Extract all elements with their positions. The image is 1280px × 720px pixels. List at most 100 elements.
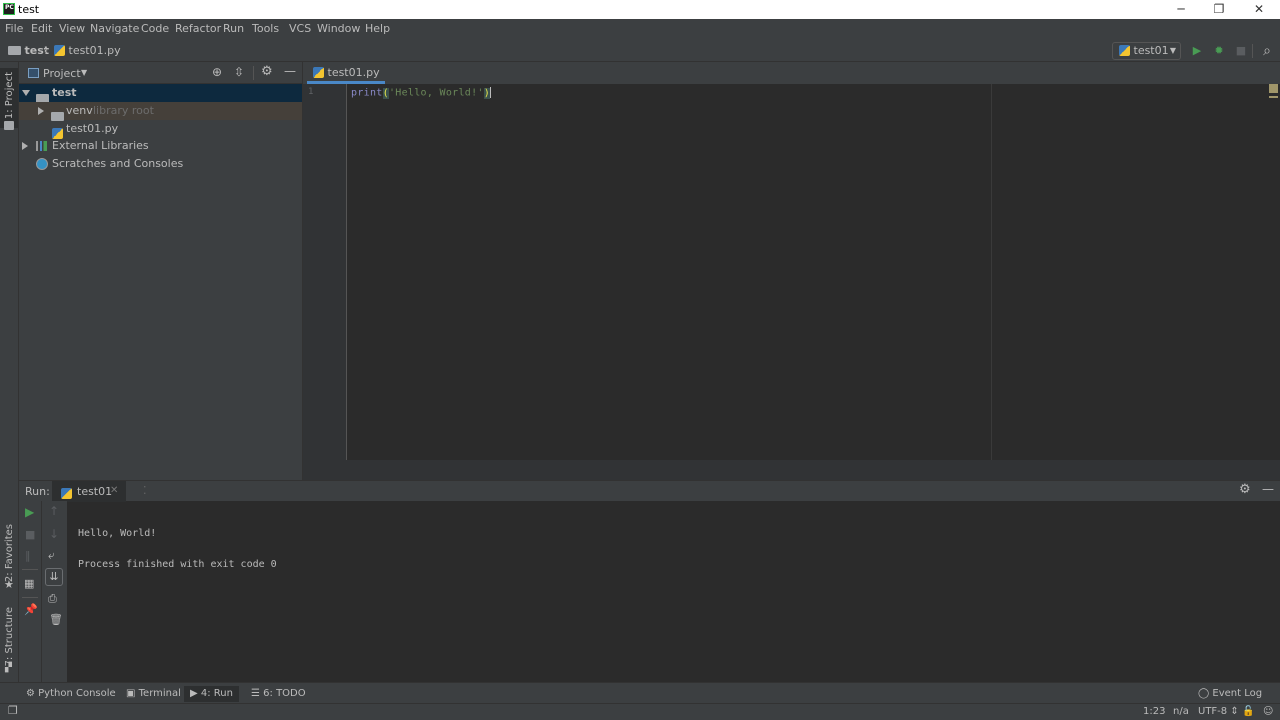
restore-layout-icon[interactable]: ▦ (24, 577, 34, 590)
line-number: 1 (308, 87, 314, 97)
project-view-selector[interactable]: Project (43, 67, 81, 80)
project-tool-tab[interactable]: 1: Project (0, 68, 18, 130)
run-panel-header: Run: test01 ✕ ⁚ ⚙ — (19, 480, 1280, 502)
left-tool-strip: 1: Project 2: Favorites ★ 7: Structure ▞ (0, 62, 19, 682)
breadcrumb-project[interactable]: test (8, 44, 49, 57)
editor-tab-test01-py[interactable]: test01.py ✕ (307, 62, 385, 101)
collapse-arrow-icon[interactable] (38, 107, 44, 115)
debug-icon[interactable]: ✹ (1211, 43, 1227, 59)
inspector-icon[interactable]: ☺ (1263, 706, 1273, 717)
close-button[interactable]: ✕ (1240, 0, 1278, 19)
run-tab-test01[interactable]: test01 ✕ (52, 481, 126, 502)
toolbar-divider (22, 569, 38, 570)
tab-event-log[interactable]: ◯ Event Log (1192, 686, 1268, 702)
scroll-to-end-icon[interactable]: ⇊ (45, 568, 63, 586)
editor-area: test01.py ✕ 1 print('Hello, World!') (302, 62, 1280, 480)
list-icon: ☰ (251, 688, 260, 699)
menu-tools[interactable]: Tools (252, 22, 279, 35)
gear-icon[interactable]: ⚙ (261, 64, 273, 79)
trash-icon[interactable]: 🗑 (49, 613, 63, 626)
tree-item-test[interactable]: test (19, 84, 302, 103)
file-encoding[interactable]: UTF-8 ⇕ (1198, 706, 1239, 717)
run-icon: ▶ (190, 688, 198, 699)
python-console-icon: ⚙ (26, 688, 35, 699)
minimize-button[interactable]: ─ (1162, 0, 1200, 19)
soft-wrap-icon[interactable]: ⤶ (48, 548, 55, 563)
tree-item-test01-py[interactable]: test01.py (19, 120, 302, 139)
menu-edit[interactable]: Edit (31, 22, 52, 35)
collapse-all-icon[interactable]: ⇳ (234, 65, 244, 79)
code-line[interactable]: print('Hello, World!') (351, 87, 492, 99)
line-separator[interactable]: n/a (1173, 706, 1189, 717)
bottom-tool-bar: ⚙ Python Console ▣ Terminal ▶ 4: Run ☰ 6… (0, 682, 1280, 703)
tab-todo[interactable]: ☰ 6: TODO (245, 686, 312, 702)
locate-icon[interactable]: ⊕ (212, 65, 222, 79)
python-file-icon (54, 44, 65, 56)
scratches-icon (36, 158, 48, 170)
project-panel-header: Project ▼ ⊕ ⇳ ⚙ — (19, 62, 302, 84)
libraries-icon (36, 141, 47, 151)
editor-tab-bar: test01.py ✕ (303, 62, 1280, 101)
terminal-icon: ▣ (126, 688, 136, 699)
menu-vcs[interactable]: VCS (289, 22, 311, 35)
star-icon: ★ (4, 578, 14, 591)
text-cursor (490, 87, 492, 98)
error-stripe-mark[interactable] (1269, 96, 1278, 98)
pin-icon[interactable]: 📌 (24, 603, 38, 616)
console-line: Hello, World! (78, 528, 157, 539)
status-bar: ❐ 1:23 n/a UTF-8 ⇕ 🔓 ☺ (0, 703, 1280, 720)
toggle-tool-windows-icon[interactable]: ❐ (8, 704, 18, 717)
print-icon[interactable]: ⎙ (48, 592, 57, 606)
tab-splitter[interactable]: ⁚ (143, 484, 147, 497)
tree-item-venv[interactable]: venv library root (19, 102, 302, 121)
favorites-tool-tab[interactable]: 2: Favorites ★ (0, 524, 18, 594)
inspection-status-icon[interactable] (1269, 84, 1278, 93)
editor-bottom-area (303, 460, 1280, 480)
menu-run[interactable]: Run (223, 22, 244, 35)
menu-navigate[interactable]: Navigate (90, 22, 139, 35)
run-toolbar-primary: ▶ ■ ‖ ▦ 📌 (19, 501, 42, 682)
rerun-icon[interactable]: ▶ (25, 505, 34, 519)
run-icon[interactable]: ▶ (1189, 43, 1205, 59)
structure-tool-tab[interactable]: 7: Structure ▞ (0, 607, 18, 677)
window-titlebar: PC test ─ ❐ ✕ (0, 0, 1280, 19)
hide-panel-icon[interactable]: — (284, 64, 296, 78)
menu-bar: File Edit View Navigate Code Refactor Ru… (0, 19, 1280, 40)
console-output[interactable]: Hello, World! Process finished with exit… (78, 518, 277, 580)
header-divider (253, 66, 254, 80)
app-logo-icon: PC (3, 3, 15, 15)
close-tab-icon[interactable]: ✕ (110, 485, 118, 496)
menu-window[interactable]: Window (317, 22, 360, 35)
project-view-icon (28, 68, 39, 78)
chevron-down-icon[interactable]: ▼ (81, 68, 87, 77)
gear-icon[interactable]: ⚙ (1239, 482, 1251, 497)
tree-item-external-libraries[interactable]: External Libraries (19, 137, 302, 155)
menu-code[interactable]: Code (141, 22, 169, 35)
tab-python-console[interactable]: ⚙ Python Console (20, 686, 122, 702)
up-arrow-icon[interactable]: ↑ (49, 504, 59, 518)
menu-refactor[interactable]: Refactor (175, 22, 221, 35)
console-line: Process finished with exit code 0 (78, 559, 277, 570)
down-arrow-icon[interactable]: ↓ (49, 527, 59, 541)
expand-arrow-icon[interactable] (22, 90, 30, 96)
pause-icon[interactable]: ‖ (25, 549, 31, 562)
maximize-button[interactable]: ❐ (1200, 0, 1238, 19)
breadcrumb-separator: › (44, 44, 49, 57)
stop-icon[interactable]: ■ (1233, 43, 1249, 59)
menu-file[interactable]: File (5, 22, 23, 35)
stop-icon[interactable]: ■ (25, 528, 35, 541)
menu-help[interactable]: Help (365, 22, 390, 35)
tab-terminal[interactable]: ▣ Terminal (120, 686, 187, 702)
caret-position[interactable]: 1:23 (1143, 706, 1165, 717)
menu-view[interactable]: View (59, 22, 85, 35)
lock-icon[interactable]: 🔓 (1242, 706, 1254, 717)
python-icon (1119, 44, 1130, 56)
collapse-arrow-icon[interactable] (22, 142, 28, 150)
hide-panel-icon[interactable]: — (1262, 482, 1274, 496)
run-toolbar-secondary: ↑ ↓ ⤶ ⇊ ⎙ 🗑 (42, 501, 67, 682)
tab-run[interactable]: ▶ 4: Run (184, 686, 239, 702)
tree-item-scratches[interactable]: Scratches and Consoles (19, 155, 302, 173)
search-icon[interactable]: ⌕ (1259, 43, 1275, 59)
run-configuration-dropdown[interactable]: test01 ▼ (1112, 42, 1181, 60)
toolbar-divider (22, 597, 38, 598)
